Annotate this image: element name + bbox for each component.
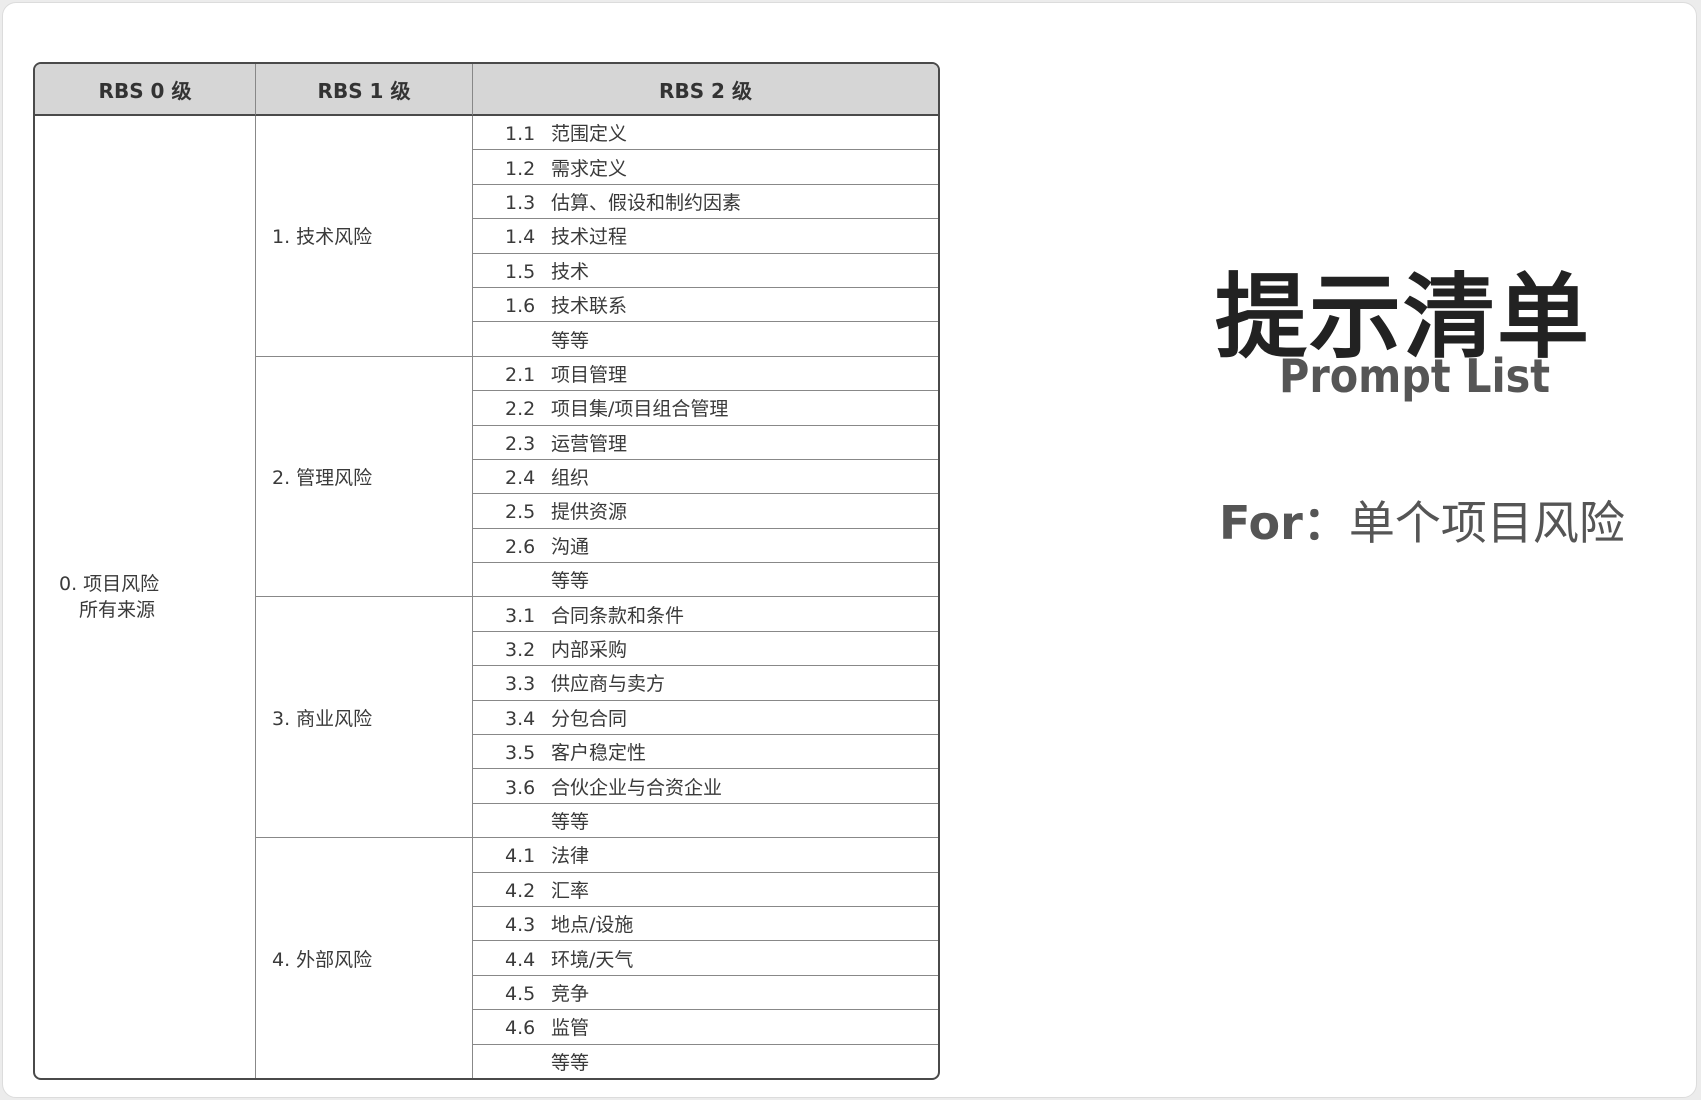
rbs2-item-number: 3.6: [505, 776, 536, 799]
rbs2-item-text: 等等: [551, 811, 590, 833]
rbs2-cell: 1.5 技术: [473, 254, 938, 288]
rbs2-item-text: 地点/设施: [551, 914, 634, 937]
rbs2-item-text: 范围定义: [551, 123, 628, 146]
rbs2-item-number: 2.1: [505, 363, 536, 386]
rbs2-item-text: 分包合同: [551, 707, 628, 730]
rbs2-cell: 2.2 项目集/项目组合管理: [473, 391, 938, 426]
rbs1-cell: 4. 外部风险: [256, 838, 473, 1078]
rbs0-label-line1: 0. 项目风险: [59, 573, 160, 595]
rbs2-cell: 1.6 技术联系: [473, 288, 938, 323]
rbs2-cell: 3.1 合同条款和条件: [473, 597, 938, 632]
table-row: 0. 项目风险 所有来源 1. 技术风险 1.1 范围定义: [35, 116, 938, 1078]
rbs2-item-text: 等等: [551, 329, 590, 352]
header-rbs1: RBS 1 级: [256, 64, 473, 116]
table-body: 0. 项目风险 所有来源 1. 技术风险 1.1 范围定义 1.2 需求定义 1.3 估算、假设…: [35, 116, 938, 1078]
rbs2-item-text: 运营管理: [551, 432, 628, 455]
rbs2-item-text: 法律: [551, 845, 590, 868]
rbs2-cell: 4.2 汇率: [473, 873, 938, 907]
rbs2-item-text: 技术联系: [551, 295, 628, 318]
rbs2-cell: 等等: [473, 804, 938, 839]
rbs2-item-text: 等等: [551, 570, 590, 593]
rbs2-item-number: 4.6: [505, 1017, 536, 1040]
rbs2-cell: 3.2 内部采购: [473, 632, 938, 667]
rbs2-item-text: 客户稳定性: [551, 742, 647, 765]
rbs2-cell: 等等: [473, 322, 938, 357]
rbs2-item-text: 监管: [551, 1017, 590, 1040]
rbs2-item-number: 4.2: [505, 879, 536, 902]
rbs2-item-text: 供应商与卖方: [551, 673, 666, 696]
rbs2-item-number: 2.3: [505, 432, 536, 455]
rbs2-cell: 1.4 技术过程: [473, 219, 938, 254]
rbs2-item-text: 需求定义: [551, 157, 628, 180]
rbs2-item-number: 2.6: [505, 535, 536, 558]
rbs2-cell: 4.5 竞争: [473, 976, 938, 1011]
rbs2-item-number: 1.6: [505, 295, 536, 318]
rbs2-cell: 3.5 客户稳定性: [473, 735, 938, 770]
rbs2-cell: 3.6 合伙企业与合资企业: [473, 769, 938, 804]
rbs0-cell: 0. 项目风险所有来源: [35, 116, 256, 1078]
header-rbs0: RBS 0 级: [35, 64, 256, 116]
rbs2-cell: 2.3 运营管理: [473, 426, 938, 460]
rbs2-item-text: 等等: [551, 1051, 590, 1074]
rbs2-cell: 等等: [473, 1045, 938, 1078]
rbs2-item-number: 3.2: [505, 639, 536, 662]
header-rbs2: RBS 2 级: [473, 64, 938, 116]
table-header-row: RBS 0 级 RBS 1 级 RBS 2 级: [35, 64, 938, 116]
rbs2-item-text: 汇率: [551, 879, 590, 902]
rbs2-item-number: 3.5: [505, 742, 536, 765]
rbs2-item-number: 1.3: [505, 191, 536, 214]
rbs2-item-number: 4.5: [505, 982, 536, 1005]
rbs2-item-text: 环境/天气: [551, 948, 634, 971]
for-value: 单个项目风险: [1348, 496, 1625, 550]
rbs2-item-number: 2.5: [505, 501, 536, 524]
rbs2-cell: 3.3 供应商与卖方: [473, 666, 938, 701]
rbs1-cell: 3. 商业风险: [256, 597, 473, 839]
rbs2-item-number: 4.3: [505, 914, 536, 937]
rbs2-item-number: 1.2: [505, 157, 536, 180]
rbs2-cell: 2.1 项目管理: [473, 357, 938, 392]
rbs2-item-number: 3.1: [505, 604, 536, 627]
rbs2-cell: 2.4 组织: [473, 460, 938, 495]
rbs2-item-text: 估算、假设和制约因素: [551, 191, 742, 214]
rbs2-cell: 等等: [473, 563, 938, 598]
rbs2-item-number: 2.2: [505, 398, 536, 421]
rbs2-cell: 2.6 沟通: [473, 529, 938, 564]
rbs2-item-number: 3.3: [505, 673, 536, 696]
rbs1-cell: 1. 技术风险: [256, 116, 473, 357]
rbs2-item-number: 2.4: [505, 467, 536, 490]
rbs2-item-text: 合伙企业与合资企业: [551, 776, 723, 799]
rbs2-item-text: 内部采购: [551, 639, 628, 662]
rbs2-cell: 1.3 估算、假设和制约因素: [473, 185, 938, 220]
rbs2-cell: 4.3 地点/设施: [473, 907, 938, 942]
slide: RBS 0 级 RBS 1 级 RBS 2 级 0. 项目风险 所有来源 1. 技术…: [2, 2, 1697, 1098]
rbs2-cell: 1.1 范围定义: [473, 116, 938, 151]
rbs2-cell: 3.4 分包合同: [473, 701, 938, 736]
rbs2-item-text: 项目集/项目组合管理: [551, 398, 729, 421]
for-line: For：单个项目风险: [1219, 487, 1625, 553]
rbs2-cell: 4.1 法律: [473, 838, 938, 873]
rbs2-item-text: 技术过程: [551, 226, 628, 249]
rbs2-cell: 2.5 提供资源: [473, 494, 938, 529]
rbs2-item-text: 竞争: [551, 982, 590, 1005]
rbs2-cell: 4.4 环境/天气: [473, 941, 938, 976]
rbs2-cell: 4.6 监管: [473, 1010, 938, 1045]
rbs2-item-text: 合同条款和条件: [551, 604, 685, 627]
for-label: For：: [1219, 496, 1349, 550]
rbs1-cell: 2. 管理风险: [256, 356, 473, 598]
rbs2-item-number: 1.1: [505, 123, 536, 146]
rbs2-item-text: 提供资源: [551, 501, 628, 524]
rbs2-item-number: 4.4: [505, 948, 536, 971]
rbs2-item-number: 1.4: [505, 226, 536, 249]
rbs2-item-text: 沟通: [551, 535, 590, 558]
prompt-list-subtitle: Prompt List: [1279, 349, 1551, 403]
rbs2-item-text: 项目管理: [551, 363, 628, 386]
rbs2-item-number: 4.1: [505, 845, 536, 868]
rbs2-item-text: 组织: [551, 467, 590, 490]
rbs0-label-line2: 所有来源: [79, 599, 156, 621]
rbs2-item-text: 技术: [551, 260, 590, 283]
rbs2-cell: 1.2 需求定义: [473, 150, 938, 185]
rbs-table: RBS 0 级 RBS 1 级 RBS 2 级 0. 项目风险 所有来源 1. 技术…: [33, 62, 940, 1080]
rbs2-item-number: 3.4: [505, 707, 536, 730]
rbs2-item-number: 1.5: [505, 260, 536, 283]
